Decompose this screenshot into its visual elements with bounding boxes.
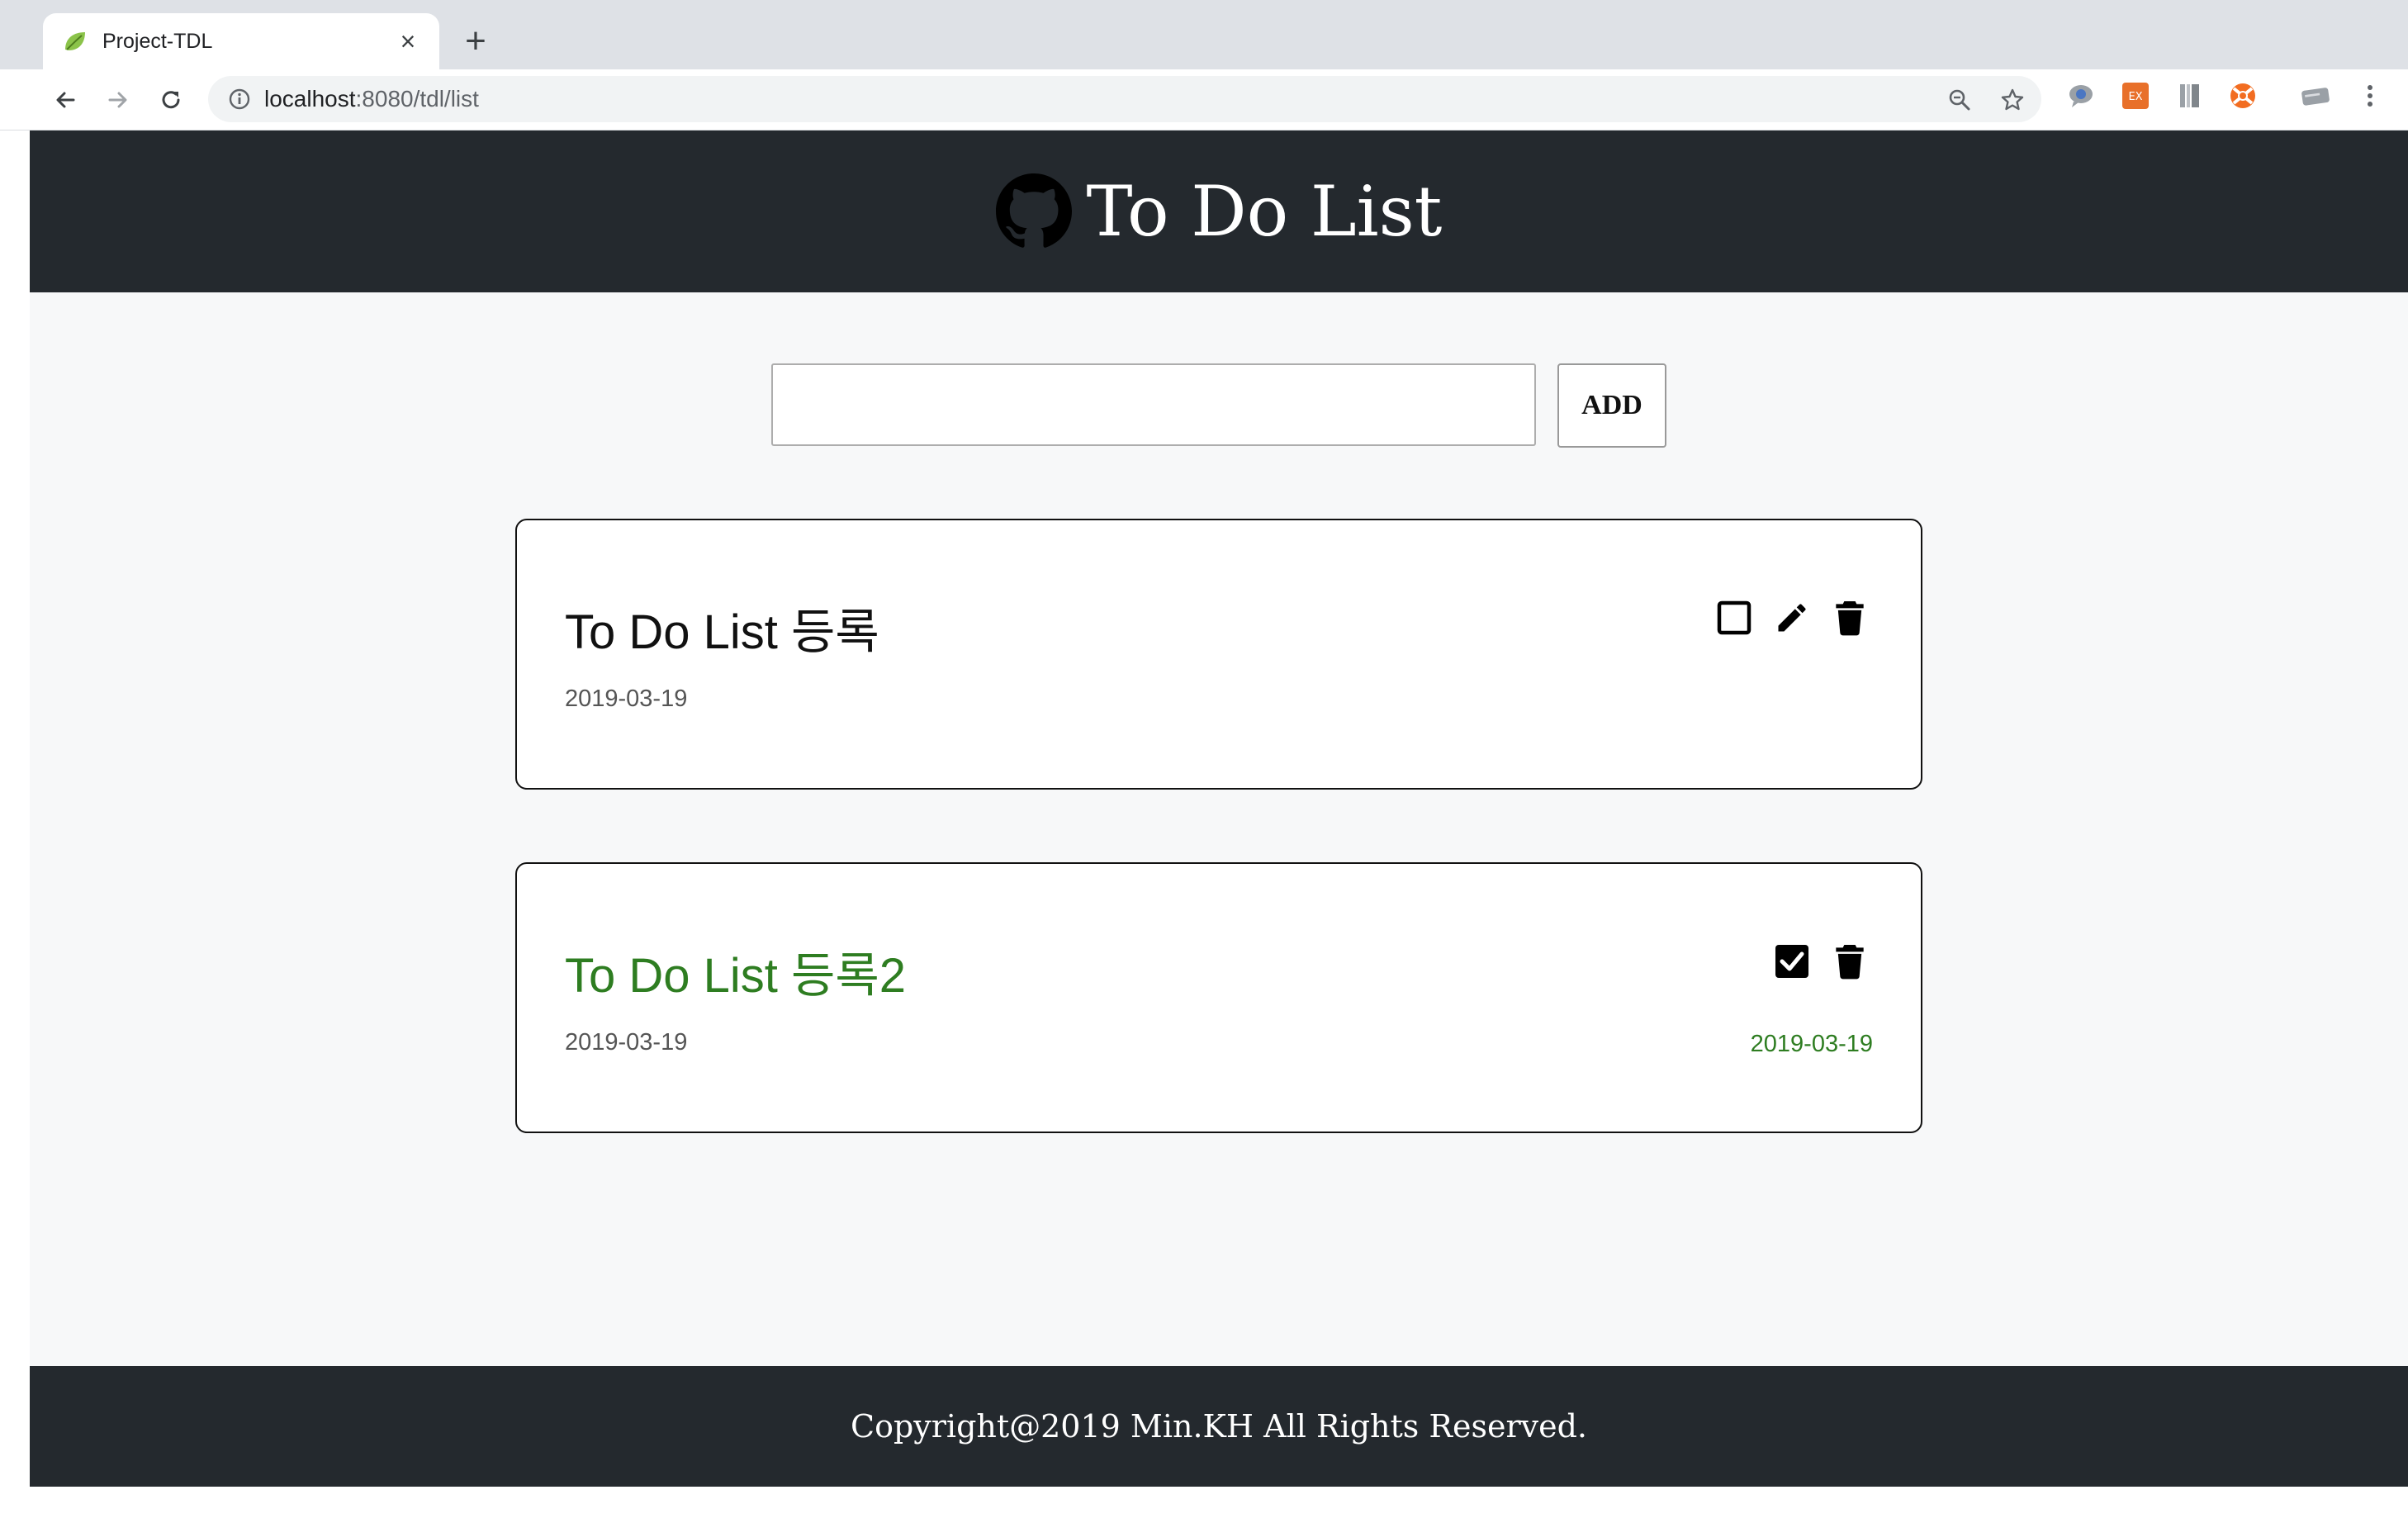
url-host: localhost <box>264 86 356 111</box>
tab-title: Project-TDL <box>102 29 213 53</box>
copyright-text: Copyright@2019 Min.KH All Rights Reserve… <box>851 1408 1587 1445</box>
window-bottom <box>0 1487 2408 1523</box>
todo-card: To Do List 등록 2019-03-19 <box>515 519 1922 790</box>
tab-strip: Project-TDL × + <box>0 0 2408 69</box>
url-text: localhost:8080/tdl/list <box>264 76 479 122</box>
info-icon[interactable] <box>228 88 251 111</box>
pencil-edit-icon[interactable] <box>1774 600 1810 636</box>
todo-title: To Do List 등록 <box>565 605 879 659</box>
site-footer: Copyright@2019 Min.KH All Rights Reserve… <box>30 1366 2408 1487</box>
page-title: To Do List <box>1086 171 1443 252</box>
todo-actions <box>1774 943 1868 980</box>
extension-speech-icon[interactable] <box>2066 81 2096 111</box>
reload-icon <box>162 91 180 109</box>
browser-chrome: Project-TDL × + localhost:8080/tdl/list … <box>0 0 2408 130</box>
todo-created-date: 2019-03-19 <box>565 686 688 712</box>
github-icon <box>995 173 1072 248</box>
todo-card: To Do List 등록2 2019-03-19 2019-03-19 <box>515 862 1922 1133</box>
svg-text:EX: EX <box>2128 91 2142 103</box>
extension-card-icon[interactable] <box>2301 81 2330 111</box>
new-tab-button[interactable]: + <box>459 18 492 64</box>
star-icon[interactable] <box>2000 88 2025 112</box>
arrow-left-icon <box>56 92 75 108</box>
forward-button[interactable] <box>99 81 137 119</box>
add-button[interactable]: ADD <box>1557 363 1666 448</box>
todo-actions <box>1716 600 1868 636</box>
extension-lifebuoy-icon[interactable] <box>2228 81 2258 111</box>
zoom-out-icon[interactable] <box>1947 88 1972 112</box>
todo-title: To Do List 등록2 <box>565 949 906 1003</box>
menu-dots-icon[interactable] <box>2355 81 2385 111</box>
address-bar[interactable]: localhost:8080/tdl/list <box>208 76 2041 122</box>
trash-icon[interactable] <box>1832 600 1868 636</box>
site-header: To Do List <box>30 130 2408 292</box>
todo-created-date: 2019-03-19 <box>565 1029 688 1056</box>
unchecked-checkbox-icon[interactable] <box>1716 600 1752 636</box>
browser-tab[interactable]: Project-TDL × <box>43 13 439 69</box>
window-edge <box>0 130 30 1523</box>
extension-bars-icon[interactable] <box>2175 81 2205 111</box>
extension-ex-icon[interactable]: EX <box>2121 81 2150 111</box>
page-viewport: To Do List ADD To Do List 등록 2019-03-19 … <box>30 130 2408 1487</box>
arrow-right-icon <box>108 92 127 108</box>
close-tab-icon[interactable]: × <box>393 28 423 55</box>
checked-checkbox-icon[interactable] <box>1774 943 1810 980</box>
url-path: :8080/tdl/list <box>355 86 479 111</box>
leaf-icon <box>61 27 89 55</box>
reload-button[interactable] <box>152 81 190 119</box>
add-todo-form: ADD <box>30 363 2408 448</box>
todo-input[interactable] <box>771 363 1536 446</box>
todo-completed-date: 2019-03-19 <box>1750 1031 1873 1057</box>
trash-icon[interactable] <box>1832 943 1868 980</box>
back-button[interactable] <box>46 81 84 119</box>
